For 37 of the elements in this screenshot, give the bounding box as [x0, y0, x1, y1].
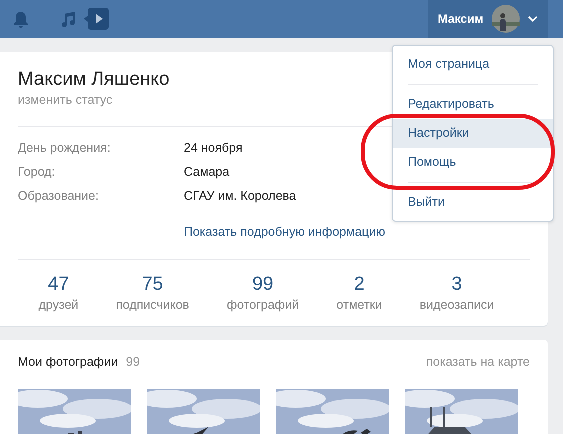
caret-icon[interactable]	[528, 16, 538, 22]
info-value: 24 ноября	[184, 140, 243, 157]
music-icon[interactable]	[60, 10, 76, 28]
counter-label: фотографий	[226, 297, 300, 314]
menu-item[interactable]: Настройки	[393, 119, 553, 148]
counter-link[interactable]: 3 видеозаписи	[420, 274, 494, 314]
counter-value: 47	[47, 274, 70, 296]
bell-icon[interactable]	[13, 10, 29, 28]
info-label: Образование:	[18, 188, 100, 205]
counter-link[interactable]: 75 подписчиков	[116, 274, 190, 314]
counter-value: 99	[251, 274, 275, 296]
info-value: СГАУ им. Королева	[184, 188, 296, 205]
menu-item[interactable]: Моя страница	[393, 50, 553, 79]
avatar	[492, 5, 520, 33]
profile-name: Максим Ляшенко	[18, 68, 171, 92]
photos-title[interactable]: Мои фотографии	[18, 354, 118, 371]
counter-label: видеозаписи	[420, 297, 494, 314]
more-info-link[interactable]: Показать подробную информацию	[184, 225, 386, 239]
video-icon[interactable]	[84, 8, 109, 30]
counter-value: 2	[353, 274, 366, 296]
menu-item[interactable]: Помощь	[393, 148, 553, 177]
info-label: Город:	[18, 164, 56, 181]
counter-label: друзей	[38, 297, 79, 314]
user-menu-button[interactable]: Максим	[428, 0, 548, 38]
counter-link[interactable]: 99 фотографий	[226, 274, 300, 314]
counter-link[interactable]: 47 друзей	[38, 274, 79, 314]
info-value: Самара	[184, 164, 230, 181]
menu-item[interactable]: Выйти	[393, 188, 553, 217]
counter-value: 3	[450, 274, 464, 296]
counter-link[interactable]: 2 отметки	[336, 274, 382, 314]
photos-count: 99	[126, 354, 140, 371]
counter-label: подписчиков	[116, 297, 190, 314]
counter-label: отметки	[336, 297, 382, 314]
menu-item[interactable]: Редактировать	[393, 90, 553, 119]
counter-value: 75	[141, 274, 164, 296]
user-name: Максим	[438, 10, 484, 28]
info-label: День рождения:	[18, 140, 112, 157]
